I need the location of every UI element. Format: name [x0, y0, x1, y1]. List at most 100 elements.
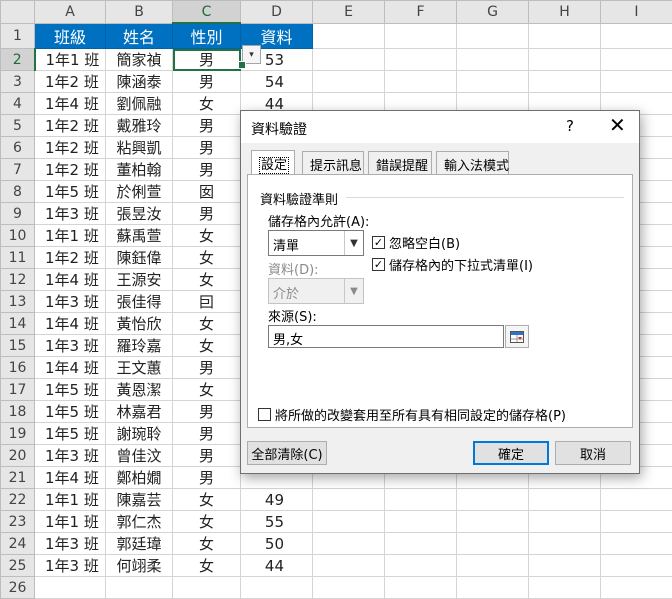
cell[interactable]	[457, 71, 529, 93]
column-header-b[interactable]: B	[106, 1, 173, 24]
row-header[interactable]: 14	[1, 313, 35, 335]
cell[interactable]: 1年2 班	[35, 137, 106, 159]
cell[interactable]	[529, 555, 601, 577]
cell[interactable]: 1年1 班	[35, 489, 106, 511]
cell[interactable]: 55	[241, 511, 313, 533]
row-header[interactable]: 11	[1, 247, 35, 269]
tab-error-alert[interactable]: 錯誤提醒	[368, 151, 432, 174]
cell[interactable]	[601, 533, 672, 555]
cell[interactable]: 女	[173, 489, 241, 511]
cell[interactable]: 女	[173, 335, 241, 357]
cell[interactable]	[601, 555, 672, 577]
row-header[interactable]: 7	[1, 159, 35, 181]
row-header[interactable]: 10	[1, 225, 35, 247]
cell[interactable]: 女	[173, 93, 241, 115]
ignore-blank-checkbox[interactable]: ✓ 忽略空白(B)	[372, 233, 460, 252]
cell[interactable]: 1年5 班	[35, 423, 106, 445]
cell[interactable]: 班級	[35, 23, 106, 49]
cell[interactable]	[529, 489, 601, 511]
active-cell[interactable]: 男	[173, 49, 241, 71]
cell[interactable]: 1年5 班	[35, 401, 106, 423]
cell[interactable]	[601, 577, 672, 599]
row-header[interactable]: 2	[1, 49, 35, 71]
cell[interactable]: 1年3 班	[35, 203, 106, 225]
cell[interactable]	[529, 71, 601, 93]
cell[interactable]: 囙	[173, 291, 241, 313]
cell[interactable]	[313, 555, 385, 577]
cell[interactable]: 女	[173, 511, 241, 533]
cell[interactable]: 王源安	[106, 269, 173, 291]
cell[interactable]	[313, 511, 385, 533]
cell[interactable]	[457, 511, 529, 533]
cell[interactable]: 張佳得	[106, 291, 173, 313]
cell[interactable]	[457, 49, 529, 71]
cell[interactable]	[385, 511, 457, 533]
allow-select[interactable]: 清單 ▼	[268, 230, 364, 256]
row-header[interactable]: 17	[1, 379, 35, 401]
data-select[interactable]: 介於 ▼	[268, 278, 364, 304]
cell[interactable]: 1年1 班	[35, 49, 106, 71]
cell[interactable]	[457, 555, 529, 577]
column-header-h[interactable]: H	[529, 1, 601, 24]
row-header[interactable]: 25	[1, 555, 35, 577]
row-header[interactable]: 6	[1, 137, 35, 159]
range-select-button[interactable]	[505, 325, 529, 348]
column-header-a[interactable]: A	[35, 1, 106, 24]
cell[interactable]	[601, 489, 672, 511]
cell[interactable]: 1年4 班	[35, 357, 106, 379]
cell[interactable]	[241, 577, 313, 599]
cell[interactable]: 1年3 班	[35, 335, 106, 357]
row-header[interactable]: 5	[1, 115, 35, 137]
cell[interactable]: 1年4 班	[35, 313, 106, 335]
row-header[interactable]: 15	[1, 335, 35, 357]
cell[interactable]: 男	[173, 401, 241, 423]
cell[interactable]: 劉佩融	[106, 93, 173, 115]
cell[interactable]: 1年3 班	[35, 445, 106, 467]
row-header[interactable]: 22	[1, 489, 35, 511]
cell[interactable]: 郭仁杰	[106, 511, 173, 533]
cell[interactable]	[385, 555, 457, 577]
cell[interactable]: 男	[173, 159, 241, 181]
cell[interactable]: 戴雅玲	[106, 115, 173, 137]
row-header[interactable]: 4	[1, 93, 35, 115]
cell[interactable]: 1年4 班	[35, 467, 106, 489]
cell[interactable]: 女	[173, 225, 241, 247]
row-header[interactable]: 20	[1, 445, 35, 467]
cell[interactable]	[529, 533, 601, 555]
cell[interactable]	[106, 577, 173, 599]
help-button[interactable]: ?	[566, 117, 574, 135]
cell[interactable]	[529, 511, 601, 533]
source-input[interactable]: 男,女	[268, 325, 504, 348]
row-header[interactable]: 23	[1, 511, 35, 533]
cell[interactable]: 簡家禎	[106, 49, 173, 71]
cell[interactable]: 男	[173, 137, 241, 159]
cell[interactable]: 女	[173, 313, 241, 335]
row-header[interactable]: 8	[1, 181, 35, 203]
row-header[interactable]: 9	[1, 203, 35, 225]
cell[interactable]: 粘興凱	[106, 137, 173, 159]
cell[interactable]: 1年2 班	[35, 115, 106, 137]
cell[interactable]: 林嘉君	[106, 401, 173, 423]
cell[interactable]: 50	[241, 533, 313, 555]
cell[interactable]: 1年1 班	[35, 511, 106, 533]
cell[interactable]: 謝琬聆	[106, 423, 173, 445]
ok-button[interactable]: 確定	[473, 441, 549, 465]
cell[interactable]: 1年2 班	[35, 159, 106, 181]
cell[interactable]	[457, 577, 529, 599]
cell[interactable]: 1年2 班	[35, 71, 106, 93]
cell[interactable]: 男	[173, 445, 241, 467]
cell[interactable]: 1年5 班	[35, 181, 106, 203]
column-header-e[interactable]: E	[313, 1, 385, 24]
column-header-c[interactable]: C	[173, 1, 241, 24]
cell[interactable]: 男	[173, 71, 241, 93]
cell[interactable]	[313, 489, 385, 511]
cell[interactable]: 陳鈺偉	[106, 247, 173, 269]
cell[interactable]	[457, 23, 529, 49]
cell[interactable]	[385, 23, 457, 49]
row-header[interactable]: 24	[1, 533, 35, 555]
cell[interactable]: 女	[173, 555, 241, 577]
cell[interactable]: 王文蕙	[106, 357, 173, 379]
cell[interactable]: 郭廷瑋	[106, 533, 173, 555]
cell[interactable]	[457, 489, 529, 511]
cell[interactable]	[313, 71, 385, 93]
